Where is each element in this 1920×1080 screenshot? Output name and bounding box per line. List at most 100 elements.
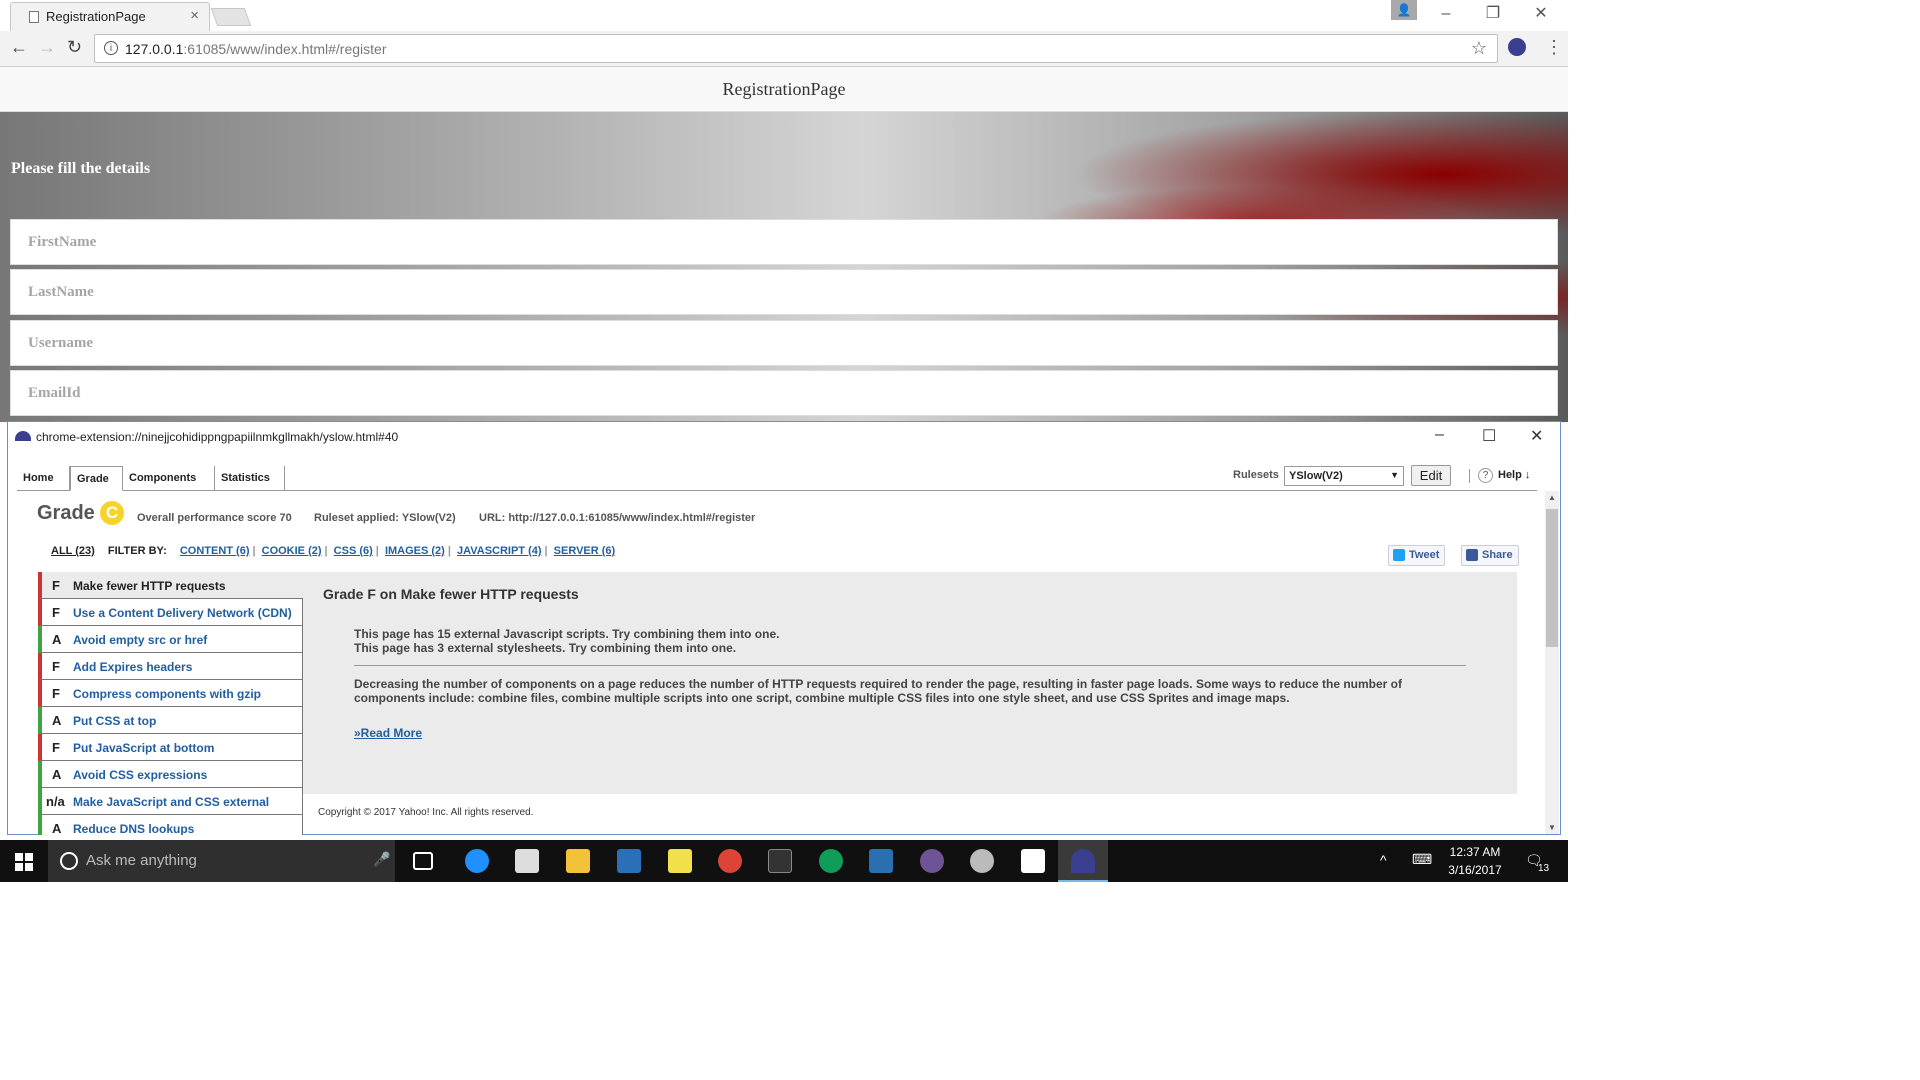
filter-separator: | [544,545,548,557]
scrollbar-thumb[interactable] [1546,509,1558,647]
github-icon[interactable] [920,849,944,873]
edge-icon[interactable] [465,849,489,873]
help-divider [1469,469,1470,483]
rule-grade: F [52,686,60,701]
app-icon[interactable] [869,849,893,873]
filter-css[interactable]: CSS (6) [334,545,373,557]
address-bar[interactable]: i 127.0.0.1:61085/www/index.html#/regist… [94,34,1498,63]
tab-home[interactable]: Home [17,466,70,491]
microphone-icon[interactable]: 🎤 [373,851,390,868]
username-field[interactable] [10,320,1558,366]
rule-item[interactable]: A Put CSS at top [38,707,303,734]
page-header: RegistrationPage [0,67,1568,112]
rule-item[interactable]: n/a Make JavaScript and CSS external [38,788,303,815]
rule-name: Add Expires headers [73,660,193,674]
email-input[interactable] [11,371,1557,415]
task-view-icon[interactable] [413,852,433,870]
webstorm-icon[interactable] [617,849,641,873]
twitter-icon [1393,549,1405,561]
rule-item[interactable]: F Make fewer HTTP requests [38,572,303,599]
back-icon[interactable]: ← [10,37,28,58]
detail-description: Decreasing the number of components on a… [354,677,1402,705]
menu-icon[interactable]: ⋮ [1545,37,1563,58]
yslow-close-icon[interactable]: ✕ [1530,426,1543,446]
yslow-maximize-icon[interactable]: ☐ [1482,426,1496,446]
lastname-field[interactable] [10,269,1558,315]
browser-tab[interactable]: RegistrationPage × [10,2,210,31]
lastname-input[interactable] [11,270,1557,314]
filter-all[interactable]: ALL (23) [51,545,95,557]
reload-icon[interactable]: ↻ [67,37,82,58]
tab-grade[interactable]: Grade [70,466,123,491]
filter-server[interactable]: SERVER (6) [554,545,616,557]
page-icon [29,11,39,23]
rule-name: Avoid empty src or href [73,633,208,647]
detail-divider [354,665,1466,666]
sticky-notes-icon[interactable] [668,849,692,873]
rule-item[interactable]: F Use a Content Delivery Network (CDN) [38,599,303,626]
new-tab-button[interactable] [210,8,252,26]
rule-name: Put CSS at top [73,714,157,728]
notification-count: 13 [1538,863,1550,874]
firstname-field[interactable] [10,219,1558,265]
tray-chevron-icon[interactable]: ^ [1380,852,1387,868]
rules-list: F Make fewer HTTP requests F Use a Content… [38,572,303,835]
file-explorer-icon[interactable] [566,849,590,873]
tab-close-icon[interactable]: × [190,7,199,24]
filter-by-label: FILTER BY: [107,545,167,557]
email-field[interactable] [10,370,1558,416]
rule-item[interactable]: F Add Expires headers [38,653,303,680]
info-icon[interactable]: i [104,41,118,55]
close-icon[interactable]: ✕ [1518,0,1564,28]
filter-separator: | [375,545,379,557]
cortana-search-box[interactable]: Ask me anything 🎤 [48,840,395,882]
rule-grade: F [52,740,60,755]
rule-item[interactable]: A Avoid CSS expressions [38,761,303,788]
minimize-icon[interactable]: – [1423,0,1469,28]
chrome-icon[interactable] [718,849,742,873]
restore-icon[interactable]: ❐ [1470,0,1516,28]
yslow-scrollbar[interactable]: ▲ ▼ [1545,491,1559,834]
tab-statistics[interactable]: Statistics [215,466,285,491]
tab-components[interactable]: Components [123,466,215,491]
filter-javascript[interactable]: JAVASCRIPT (4) [457,545,542,557]
profile-icon[interactable]: 👤 [1391,0,1417,20]
chrome-icon-2[interactable] [819,849,843,873]
clock[interactable]: 12:37 AM 3/16/2017 [1440,845,1510,877]
username-input[interactable] [11,321,1557,365]
rule-item[interactable]: A Avoid empty src or href [38,626,303,653]
rule-item[interactable]: A Reduce DNS lookups [38,815,303,835]
rule-name: Reduce DNS lookups [73,822,195,835]
forward-icon[interactable]: → [38,37,56,58]
scroll-up-icon[interactable]: ▲ [1548,493,1556,502]
yslow-minimize-icon[interactable]: – [1435,426,1444,444]
keyboard-icon[interactable]: ⌨ [1412,851,1432,868]
store-icon[interactable] [515,849,539,873]
help-icon[interactable]: ? [1478,468,1493,483]
filter-cookie[interactable]: COOKIE (2) [262,545,322,557]
share-button[interactable]: Share [1461,545,1519,566]
rule-item[interactable]: F Put JavaScript at bottom [38,734,303,761]
bookmark-star-icon[interactable]: ☆ [1471,38,1487,59]
command-prompt-icon[interactable] [768,849,792,873]
help-link[interactable]: Help ↓ [1498,469,1530,481]
ruleset-select[interactable]: YSlow(V2) ▼ [1284,466,1404,486]
copyright-text: Copyright © 2017 Yahoo! Inc. All rights … [318,807,534,818]
yslow-extension-icon[interactable] [1508,38,1526,56]
windows-start-icon[interactable] [15,853,33,871]
edit-button[interactable]: Edit [1411,465,1451,486]
tweet-button[interactable]: Tweet [1388,545,1446,566]
scroll-down-icon[interactable]: ▼ [1548,823,1556,832]
photos-icon[interactable] [1021,849,1045,873]
firstname-input[interactable] [11,220,1557,264]
yslow-taskbar-icon[interactable] [1071,849,1095,873]
filter-content[interactable]: CONTENT (6) [180,545,250,557]
tool-icon[interactable] [970,849,994,873]
filter-images[interactable]: IMAGES (2) [385,545,445,557]
tweet-label: Tweet [1409,549,1440,561]
read-more-link[interactable]: »Read More [354,726,422,740]
rule-item[interactable]: F Compress components with gzip [38,680,303,707]
ruleset-value: YSlow(V2) [1289,470,1343,482]
rulesets-label: Rulesets [1233,469,1279,481]
rule-name: Make fewer HTTP requests [73,579,226,593]
